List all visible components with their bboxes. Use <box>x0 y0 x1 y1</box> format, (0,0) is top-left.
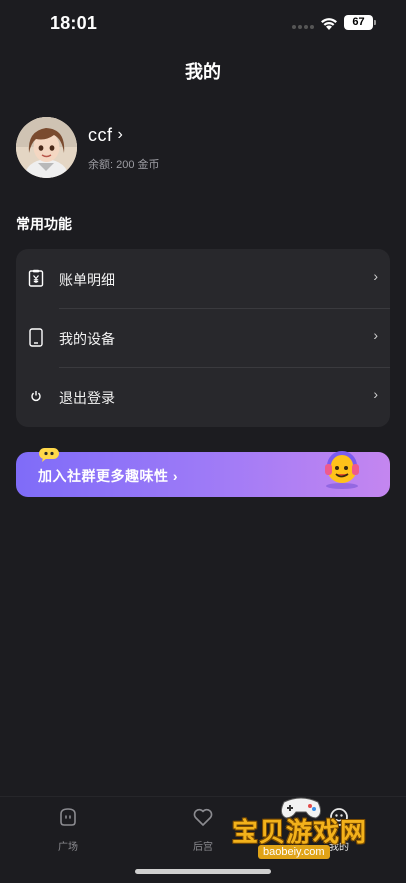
tab-label: 广场 <box>58 842 78 853</box>
balance-text: 余额: 200 金币 <box>88 159 160 171</box>
phone-device-icon <box>26 327 46 347</box>
headphone-mascot-icon <box>325 451 359 489</box>
username: ccf <box>88 125 113 145</box>
tab-plaza[interactable]: 广场 <box>38 805 98 853</box>
profile-header[interactable]: ccf › 余额: 200 金币 <box>16 117 386 179</box>
chevron-right-icon: › <box>117 125 123 143</box>
power-icon <box>26 386 46 406</box>
chevron-right-icon: › <box>373 268 378 284</box>
menu-item-bill-details[interactable]: 账单明细 › <box>16 249 390 308</box>
avatar[interactable] <box>16 117 77 178</box>
tab-label: 后宫 <box>193 842 213 853</box>
watermark-url: baobeiy.com <box>258 845 330 859</box>
receipt-yen-icon <box>26 268 46 288</box>
menu-item-label: 账单明细 <box>59 272 115 288</box>
tab-harem[interactable]: 后宫 <box>173 805 233 853</box>
page-title: 我的 <box>185 62 221 82</box>
plaza-icon <box>60 808 76 826</box>
menu-item-my-devices[interactable]: 我的设备 › <box>16 308 390 367</box>
menu-card: 账单明细 › 我的设备 › 退出登录 › <box>16 249 390 427</box>
avatar-image <box>16 117 77 178</box>
section-title: 常用功能 <box>16 216 72 232</box>
home-indicator <box>135 869 271 874</box>
battery-indicator: 67 <box>344 15 373 30</box>
chevron-right-icon: › <box>373 327 378 343</box>
menu-item-label: 退出登录 <box>59 390 115 406</box>
username-link[interactable]: ccf › <box>88 125 123 146</box>
signal-icon <box>292 25 314 29</box>
banner-text: 加入社群更多趣味性 › <box>38 468 179 484</box>
menu-item-logout[interactable]: 退出登录 › <box>16 367 390 426</box>
status-bar: 18:01 67 <box>0 0 406 48</box>
wifi-icon <box>321 18 337 30</box>
battery-tip <box>374 20 376 25</box>
menu-item-label: 我的设备 <box>59 331 115 347</box>
watermark: 宝贝游戏网 baobeiy.com <box>230 794 380 864</box>
heart-icon <box>193 808 213 826</box>
chat-bubble-icon <box>39 448 59 462</box>
join-community-banner[interactable]: 加入社群更多趣味性 › <box>16 448 390 497</box>
chevron-right-icon: › <box>373 386 378 402</box>
status-time: 18:01 <box>50 13 98 33</box>
watermark-text: 宝贝游戏网 <box>232 817 368 847</box>
